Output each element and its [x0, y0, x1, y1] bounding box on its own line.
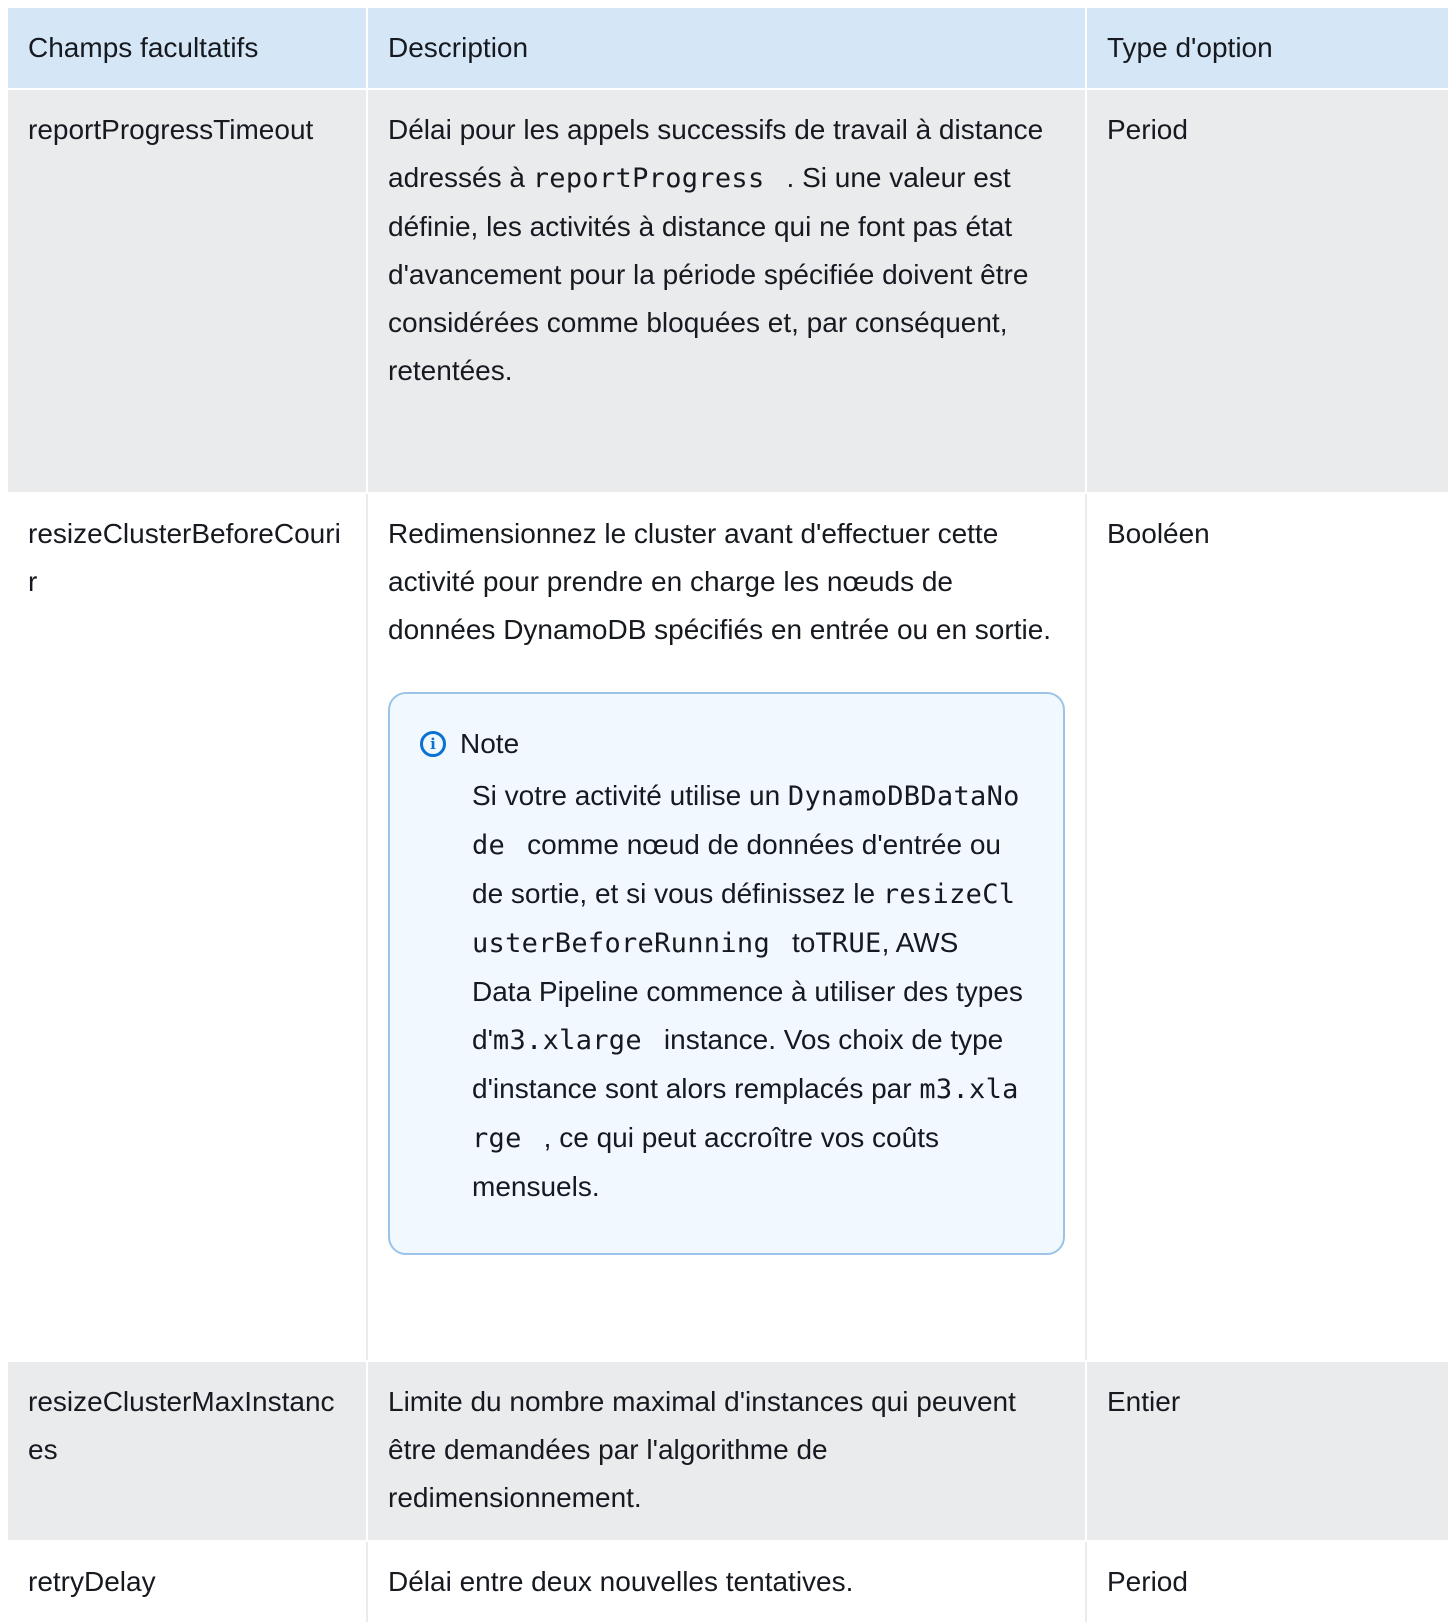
- table-header-row: Champs facultatifs Description Type d'op…: [8, 8, 1448, 90]
- field-name: retryDelay: [28, 1566, 156, 1597]
- note-text: to: [792, 927, 816, 958]
- note-text: Si votre activité utilise un: [472, 780, 788, 811]
- field-name: resizeClusterMaxInstances: [28, 1386, 335, 1465]
- table-row: resizeClusterMaxInstances Limite du nomb…: [8, 1362, 1448, 1542]
- inline-code: TRUE: [815, 928, 882, 959]
- option-type: Booléen: [1107, 518, 1210, 549]
- note-callout: i Note Si votre activité utilise un Dyna…: [388, 692, 1065, 1255]
- options-table: Champs facultatifs Description Type d'op…: [8, 8, 1448, 1624]
- option-type: Period: [1107, 114, 1188, 145]
- table-row: resizeClusterBeforeCourir Redimensionnez…: [8, 494, 1448, 1362]
- option-type: Entier: [1107, 1386, 1181, 1417]
- info-circle-icon: i: [420, 731, 446, 757]
- header-field: Champs facultatifs: [28, 32, 259, 63]
- note-title: Note: [460, 728, 520, 759]
- field-description: Redimensionnez le cluster avant d'effect…: [366, 494, 1087, 1360]
- table-row: reportProgressTimeout Délai pour les app…: [8, 90, 1448, 494]
- header-type: Type d'option: [1107, 32, 1273, 63]
- inline-code: reportProgress: [532, 163, 765, 194]
- field-name: resizeClusterBeforeCourir: [28, 518, 341, 597]
- note-text: , ce qui peut accroître vos coûts mensue…: [472, 1122, 939, 1202]
- description-text: Redimensionnez le cluster avant d'effect…: [388, 518, 1052, 645]
- table-row: retryDelay Délai entre deux nouvelles te…: [8, 1542, 1448, 1624]
- field-description: Limite du nombre maximal d'instances qui…: [366, 1362, 1087, 1540]
- field-description: Délai entre deux nouvelles tentatives.: [366, 1542, 1087, 1622]
- note-body: Si votre activité utilise un DynamoDBDat…: [420, 772, 1023, 1211]
- field-description: Délai pour les appels successifs de trav…: [366, 90, 1087, 492]
- inline-code: m3.xlarge: [492, 1025, 642, 1056]
- option-type: Period: [1107, 1566, 1188, 1597]
- header-description: Description: [366, 8, 1087, 88]
- note-header: i Note: [420, 720, 1023, 768]
- description-text: . Si une valeur est définie, les activit…: [388, 162, 1029, 386]
- field-name: reportProgressTimeout: [28, 114, 314, 145]
